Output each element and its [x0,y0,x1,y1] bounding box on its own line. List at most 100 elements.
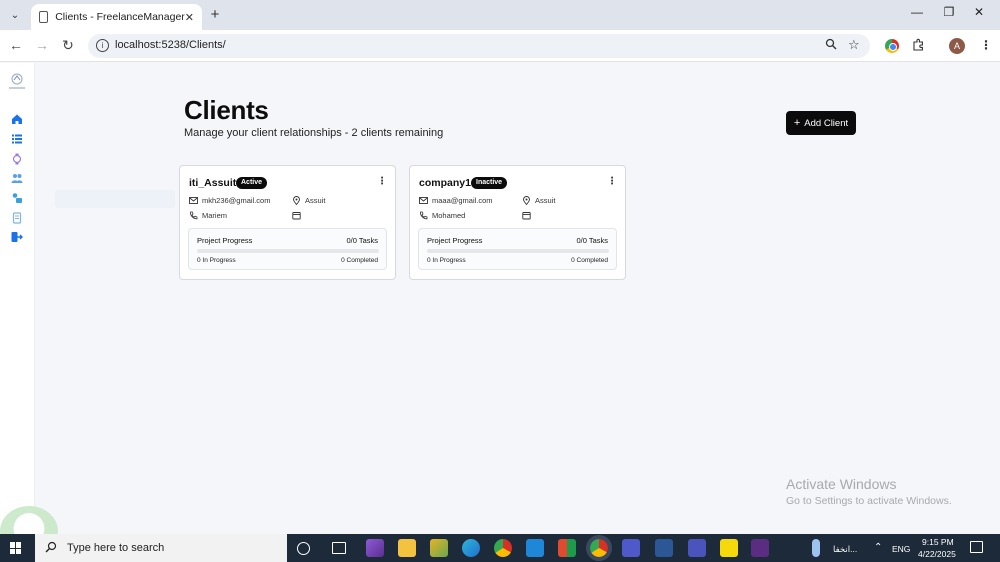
language-indicator[interactable]: ENG [892,544,910,554]
client-email: maaa@gmail.com [432,196,493,205]
projects-icon[interactable] [11,192,23,204]
clients-group-icon[interactable] [11,172,23,184]
forward-arrow-icon[interactable]: → [33,37,51,53]
clock-time[interactable]: 9:15 PM [922,537,954,547]
search-icon [45,541,57,556]
calendar-icon [522,212,531,220]
task-count: 0/0 Tasks [576,236,608,245]
weather-thermometer-icon[interactable] [812,539,820,557]
document-icon[interactable] [11,212,23,224]
profile-avatar[interactable]: A [949,38,965,54]
status-badge: Active [236,177,268,189]
client-location: Assuit [535,196,556,205]
in-progress-count: 0 In Progress [427,257,466,264]
logout-icon[interactable] [11,231,23,243]
back-arrow-icon[interactable]: ← [7,37,25,53]
client-card[interactable]: iti_Assuit Active ⋮ mkh236@gmail.com Ass… [179,165,396,280]
browser-menu-icon[interactable]: ⋮ [980,38,992,52]
word-icon[interactable] [655,539,673,557]
completed-count: 0 Completed [341,257,378,264]
progress-bar [197,249,379,253]
plus-icon: + [793,117,801,129]
chrome-profile-icon[interactable] [494,539,512,557]
browser-toolbar: ← → ↻ i localhost:5238/Clients/ ☆ A ⋮ [0,30,1000,62]
browser-tab[interactable]: Clients - FreelanceManager ✕ [31,4,202,30]
list-icon[interactable] [11,133,23,145]
teams-work-icon[interactable] [688,539,706,557]
tab-title: Clients - FreelanceManager [55,11,185,23]
in-progress-count: 0 In Progress [197,257,236,264]
window-close-icon[interactable]: ✕ [969,5,989,19]
vscode-icon[interactable] [526,539,544,557]
tray-weather-label[interactable]: انخفا... [833,544,857,555]
calendar-icon [292,212,301,220]
client-contact: Mariem [202,211,228,220]
kebab-menu-icon[interactable]: ⋮ [607,176,617,187]
kebab-menu-icon[interactable]: ⋮ [377,176,387,187]
search-placeholder: Type here to search [67,542,165,554]
app-logo-icon[interactable] [6,71,28,91]
client-name[interactable]: company1 [419,177,471,189]
client-name[interactable]: iti_Assuit [189,177,236,189]
windows-start-icon[interactable] [10,542,22,554]
watermark-subtext: Go to Settings to activate Windows. [786,495,952,507]
visual-studio-icon[interactable] [366,539,384,557]
reload-icon[interactable]: ↻ [59,37,77,54]
notifications-icon[interactable] [970,541,983,553]
sticky-notes-icon[interactable] [720,539,738,557]
activate-windows-watermark: Activate Windows Go to Settings to activ… [786,476,952,507]
location-pin-icon [523,196,530,205]
phone-icon [190,211,198,220]
email-icon [419,197,428,204]
progress-label: Project Progress [197,236,253,245]
tray-chevron-up-icon[interactable]: ⌃ [874,542,882,553]
add-client-label: Add Client [804,117,849,129]
location-pin-icon [293,196,300,205]
tab-close-icon[interactable]: ✕ [185,11,194,24]
progress-label: Project Progress [427,236,483,245]
email-icon [189,197,198,204]
address-bar[interactable]: i localhost:5238/Clients/ ☆ [88,34,870,58]
extensions-puzzle-icon[interactable] [912,38,925,54]
add-client-button[interactable]: + Add Client [786,111,856,135]
cortana-circle-icon[interactable] [297,542,310,555]
page-subtitle: Manage your client relationships - 2 cli… [184,127,444,139]
task-count: 0/0 Tasks [346,236,378,245]
client-card[interactable]: company1 Inactive ⋮ maaa@gmail.com Assui… [409,165,626,280]
site-info-icon[interactable]: i [96,39,109,52]
edge-icon[interactable] [462,539,480,557]
client-email: mkh236@gmail.com [202,196,271,205]
progress-bar [427,249,609,253]
windows-store-icon[interactable] [558,539,576,557]
bookmark-star-icon[interactable]: ☆ [848,37,860,53]
windows-taskbar: Type here to search انخفا... ⌃ ENG 9:15 … [0,534,1000,562]
address-url[interactable]: localhost:5238/Clients/ [115,39,226,51]
snip-tool-icon[interactable] [430,539,448,557]
teams-icon[interactable] [622,539,640,557]
terminal-app-icon[interactable] [751,539,769,557]
completed-count: 0 Completed [571,257,608,264]
file-explorer-icon[interactable] [398,539,416,557]
chrome-active-icon[interactable] [586,535,612,561]
minimize-icon[interactable]: — [907,5,927,19]
project-progress-panel: Project Progress 0/0 Tasks 0 In Progress… [188,228,387,270]
home-icon[interactable] [11,113,23,125]
faded-tooltip [55,190,175,208]
tab-search-chevron-icon[interactable]: ⌄ [6,6,24,24]
client-contact: Mohamed [432,211,466,220]
page-favicon-icon [39,11,49,23]
clock-date[interactable]: 4/22/2025 [918,549,956,559]
zoom-magnifier-icon[interactable] [825,38,837,53]
restore-icon[interactable]: ❐ [939,5,959,19]
new-tab-button[interactable]: + [206,6,224,23]
status-badge: Inactive [471,177,508,189]
taskbar-search-box[interactable]: Type here to search [35,534,287,562]
page-title: Clients [184,95,269,125]
app-sidebar [0,63,35,534]
watermark-heading: Activate Windows [786,476,897,492]
client-location: Assuit [305,196,326,205]
browser-tabstrip: ⌄ Clients - FreelanceManager ✕ + — ❐ ✕ [0,0,1000,30]
watch-icon[interactable] [11,153,23,165]
extension-chrome-icon[interactable] [885,39,899,53]
task-view-icon[interactable] [332,542,346,554]
